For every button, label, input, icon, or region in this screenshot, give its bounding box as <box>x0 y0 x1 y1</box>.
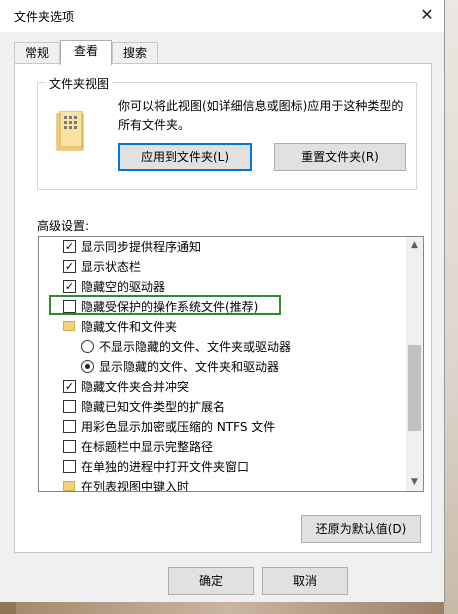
setting-separate-process[interactable]: 在单独的进程中打开文件夹窗口 <box>39 457 405 477</box>
setting-label: 显示同步提供程序通知 <box>81 240 202 254</box>
tab-search[interactable]: 搜索 <box>112 42 158 64</box>
setting-label: 隐藏文件夹合并冲突 <box>81 380 190 394</box>
checkbox-checked[interactable]: ✓ <box>63 380 76 393</box>
folder-options-dialog: 文件夹选项 ✕ 常规 查看 搜索 文件夹视图 你可以将此视图(如详细信息或图标)… <box>0 0 445 602</box>
checkbox-unchecked[interactable] <box>63 440 76 453</box>
setting-label: 显示状态栏 <box>81 260 142 274</box>
folder-icon <box>63 481 75 491</box>
title-bar[interactable]: 文件夹选项 ✕ <box>0 0 444 32</box>
setting-label: 不显示隐藏的文件、文件夹或驱动器 <box>99 340 292 354</box>
setting-hidden-files-folder: 隐藏文件和文件夹 <box>39 317 405 337</box>
radio-unselected[interactable] <box>81 340 94 353</box>
apply-to-folders-button[interactable]: 应用到文件夹(L) <box>118 143 252 171</box>
setting-label: 显示隐藏的文件、文件夹和驱动器 <box>99 360 280 374</box>
checkbox-unchecked[interactable] <box>63 460 76 473</box>
setting-hide-merge-conflicts[interactable]: ✓ 隐藏文件夹合并冲突 <box>39 377 405 397</box>
checkbox-unchecked[interactable] <box>63 400 76 413</box>
view-tab-panel: 文件夹视图 你可以将此视图(如详细信息或图标)应用于这种类型的所有文件夹。 应用… <box>14 63 432 553</box>
setting-status-bar[interactable]: ✓ 显示状态栏 <box>39 257 405 277</box>
scroll-up-icon[interactable]: ▲ <box>406 237 423 254</box>
checkbox-checked[interactable]: ✓ <box>63 260 76 273</box>
advanced-settings-list[interactable]: ✓ 显示同步提供程序通知 ✓ 显示状态栏 ✓ 隐藏空的驱动器 隐藏受保护的操作系… <box>38 236 424 492</box>
folder-icon <box>63 321 75 331</box>
reset-folders-button[interactable]: 重置文件夹(R) <box>274 143 406 171</box>
setting-label: 在标题栏中显示完整路径 <box>81 440 214 454</box>
cancel-button[interactable]: 取消 <box>262 567 348 595</box>
list-scrollbar[interactable]: ▲ ▼ <box>406 237 423 491</box>
setting-label: 隐藏文件和文件夹 <box>81 320 178 334</box>
scroll-down-icon[interactable]: ▼ <box>406 474 423 491</box>
checkbox-checked[interactable]: ✓ <box>63 280 76 293</box>
ok-button[interactable]: 确定 <box>168 567 254 595</box>
setting-label: 在列表视图中键入时 <box>81 480 190 492</box>
folder-view-group-label: 文件夹视图 <box>46 75 113 92</box>
advanced-settings-label: 高级设置: <box>37 219 90 233</box>
tab-view[interactable]: 查看 <box>60 40 112 65</box>
desktop-background-bottom <box>16 600 444 614</box>
setting-full-path-title[interactable]: 在标题栏中显示完整路径 <box>39 437 405 457</box>
setting-label: 用彩色显示加密或压缩的 NTFS 文件 <box>81 420 276 434</box>
radio-selected[interactable] <box>81 360 94 373</box>
setting-hide-extensions[interactable]: 隐藏已知文件类型的扩展名 <box>39 397 405 417</box>
checkbox-checked[interactable]: ✓ <box>63 240 76 253</box>
checkbox-unchecked[interactable] <box>63 420 76 433</box>
setting-label: 在单独的进程中打开文件夹窗口 <box>81 460 250 474</box>
setting-show-hidden[interactable]: 显示隐藏的文件、文件夹和驱动器 <box>39 357 405 377</box>
restore-defaults-button[interactable]: 还原为默认值(D) <box>301 515 421 543</box>
setting-label: 隐藏已知文件类型的扩展名 <box>81 400 226 414</box>
scrollbar-thumb[interactable] <box>408 345 421 431</box>
setting-sync-provider-notifications[interactable]: ✓ 显示同步提供程序通知 <box>39 237 405 257</box>
folder-view-icon <box>56 111 84 151</box>
close-icon[interactable]: ✕ <box>410 0 444 32</box>
desktop-background-right <box>444 0 458 614</box>
highlight-box <box>49 295 281 315</box>
folder-view-description: 你可以将此视图(如详细信息或图标)应用于这种类型的所有文件夹。 <box>118 99 404 132</box>
tab-general[interactable]: 常规 <box>14 42 60 64</box>
setting-color-ntfs[interactable]: 用彩色显示加密或压缩的 NTFS 文件 <box>39 417 405 437</box>
setting-hide-empty-drives[interactable]: ✓ 隐藏空的驱动器 <box>39 277 405 297</box>
folder-view-group: 文件夹视图 你可以将此视图(如详细信息或图标)应用于这种类型的所有文件夹。 应用… <box>37 75 417 190</box>
window-title: 文件夹选项 <box>14 10 75 24</box>
setting-typing-in-list-view: 在列表视图中键入时 <box>39 477 405 492</box>
setting-label: 隐藏空的驱动器 <box>81 280 166 294</box>
setting-dont-show-hidden[interactable]: 不显示隐藏的文件、文件夹或驱动器 <box>39 337 405 357</box>
